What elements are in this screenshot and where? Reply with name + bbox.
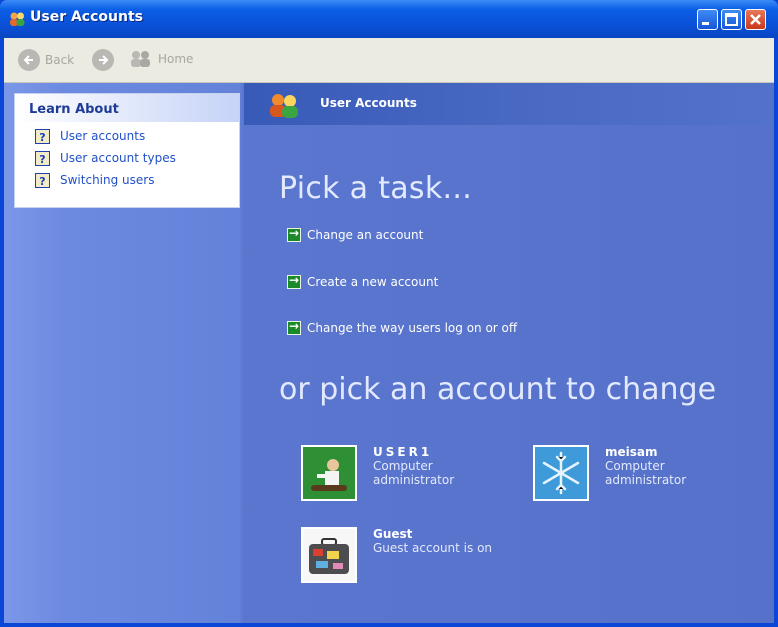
home-label: Home [158,52,194,66]
window: User Accounts Back Home Learn About ? Us… [0,0,778,627]
content-area: Learn About ? User accounts ? User accou… [4,83,774,623]
pick-account-heading: or pick an account to change [279,372,717,407]
header-title: User Accounts [320,96,417,110]
account-user1[interactable]: USER1 Computer administrator [301,445,454,501]
pick-task-heading: Pick a task... [279,171,473,206]
help-icon: ? [35,150,50,166]
users-home-icon [131,51,150,67]
green-arrow-icon [287,226,301,242]
change-account-link[interactable]: Change an account [287,226,424,242]
learn-item-switching-users[interactable]: ? Switching users [15,169,239,191]
task-label: Change an account [307,228,424,242]
learn-item-label: User account types [60,151,176,165]
learn-item-account-types[interactable]: ? User account types [15,147,239,169]
account-status: Guest account is on [373,541,493,555]
maximize-icon [725,13,738,26]
account-type: Computer [605,459,665,473]
home-button[interactable]: Home [128,49,193,69]
change-logon-link[interactable]: Change the way users log on or off [287,319,518,335]
learn-about-heading: Learn About [15,94,239,122]
back-label: Back [45,53,75,67]
green-arrow-icon [287,319,301,335]
account-type-cont: administrator [373,473,455,487]
task-label: Create a new account [307,275,439,289]
back-button[interactable]: Back [18,49,74,71]
window-title: User Accounts [30,9,143,25]
account-guest[interactable]: Guest Guest account is on [301,527,492,583]
user-accounts-icon [10,12,25,26]
help-icon: ? [35,172,50,188]
help-icon: ? [35,128,50,144]
navigation-toolbar: Back Home [4,38,774,83]
learn-item-user-accounts[interactable]: ? User accounts [15,125,239,147]
title-bar[interactable]: User Accounts [0,0,778,38]
account-name: USER1 [373,445,433,459]
account-name: Guest [373,527,413,541]
account-type: Computer [373,459,433,473]
account-type-cont: administrator [605,473,687,487]
minimize-button[interactable] [697,9,718,30]
account-meisam[interactable]: meisam Computer administrator [533,445,686,501]
skateboarder-avatar [301,445,357,501]
create-account-link[interactable]: Create a new account [287,273,439,289]
green-arrow-icon [287,273,301,289]
user-accounts-header-icon [270,94,298,118]
close-button[interactable] [745,9,766,30]
maximize-button[interactable] [721,9,742,30]
learn-about-pane: Learn About ? User accounts ? User accou… [14,93,240,208]
back-arrow-icon [18,49,40,71]
suitcase-avatar [301,527,357,583]
learn-item-label: Switching users [60,173,155,187]
forward-arrow-icon [92,49,114,71]
close-icon [750,14,761,25]
account-name: meisam [605,445,658,459]
task-label: Change the way users log on or off [307,321,518,335]
learn-item-label: User accounts [60,129,146,143]
snowflake-avatar [533,445,589,501]
minimize-icon [702,22,709,25]
forward-button[interactable] [92,49,119,71]
